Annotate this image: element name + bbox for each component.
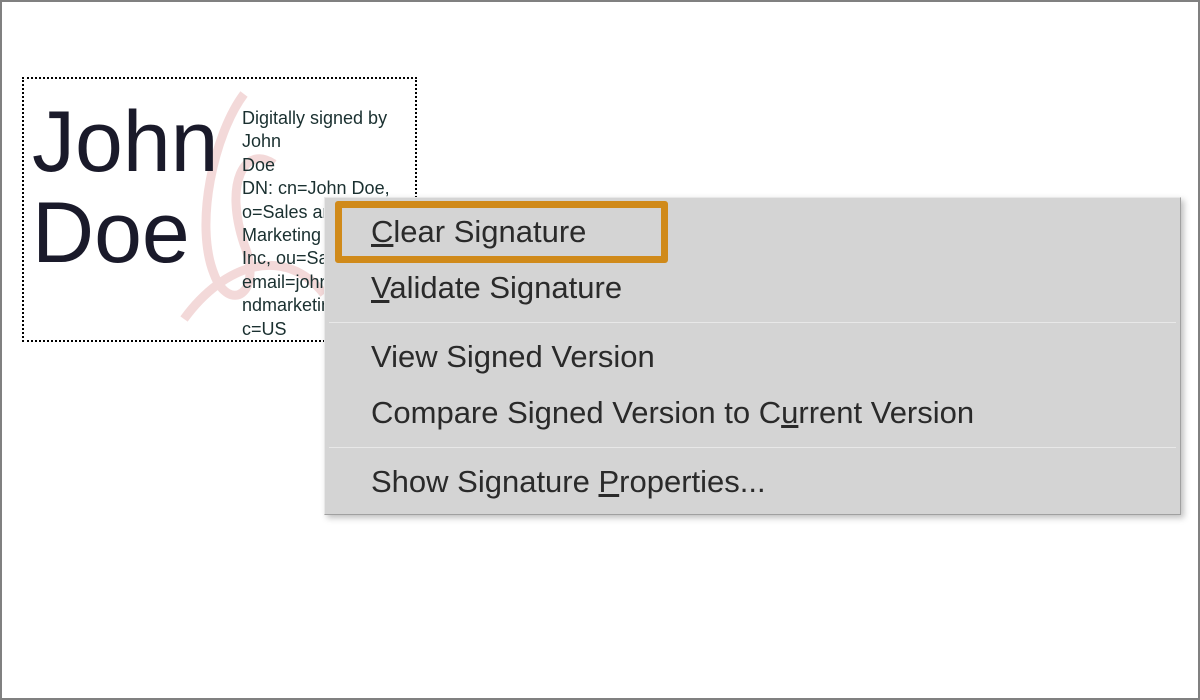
menu-item-compare-version[interactable]: Compare Signed Version to Current Versio… [325,385,1180,441]
menu-separator [329,322,1176,323]
menu-separator [329,447,1176,448]
menu-item-show-properties[interactable]: Show Signature Properties... [325,454,1180,510]
menu-item-validate-signature[interactable]: Validate Signature [325,260,1180,316]
signature-name: John Doe [32,97,219,279]
signature-context-menu: Clear Signature Validate Signature View … [324,197,1181,515]
menu-item-view-signed-version[interactable]: View Signed Version [325,329,1180,385]
menu-item-clear-signature[interactable]: Clear Signature [325,204,1180,260]
